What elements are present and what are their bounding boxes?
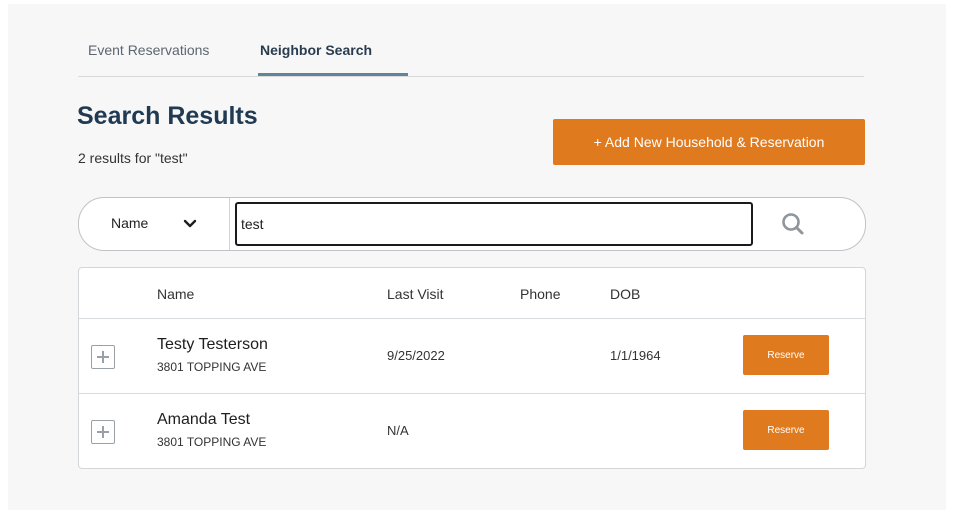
- dob: 1/1/1964: [610, 348, 661, 363]
- search-field-selected-label: Name: [111, 215, 149, 231]
- tab-bar: Event Reservations Neighbor Search: [78, 36, 864, 77]
- last-visit: N/A: [387, 423, 409, 438]
- neighbor-address: 3801 TOPPING AVE: [157, 360, 267, 374]
- reserve-button[interactable]: Reserve: [743, 410, 829, 450]
- results-table: Name Last Visit Phone DOB Testy Testerso…: [78, 267, 866, 469]
- add-household-reservation-button[interactable]: + Add New Household & Reservation: [553, 119, 865, 165]
- chevron-down-icon: [183, 219, 197, 228]
- search-bar: Name: [78, 197, 866, 251]
- expand-plus-icon[interactable]: [91, 345, 115, 369]
- tab-event-reservations[interactable]: Event Reservations: [88, 42, 209, 70]
- last-visit: 9/25/2022: [387, 348, 445, 363]
- expand-plus-icon[interactable]: [91, 420, 115, 444]
- tab-neighbor-search[interactable]: Neighbor Search: [260, 42, 372, 70]
- results-count: 2 results for "test": [78, 150, 188, 166]
- table-row: Testy Testerson 3801 TOPPING AVE 9/25/20…: [79, 319, 865, 394]
- column-header-dob: DOB: [610, 286, 641, 302]
- search-input[interactable]: [235, 202, 753, 246]
- neighbor-name: Amanda Test: [157, 411, 251, 428]
- search-field-select[interactable]: Name: [79, 198, 230, 250]
- page-title: Search Results: [77, 102, 258, 130]
- neighbor-address: 3801 TOPPING AVE: [157, 435, 267, 449]
- reserve-button[interactable]: Reserve: [743, 335, 829, 375]
- neighbor-name: Testy Testerson: [157, 336, 268, 353]
- table-header: Name Last Visit Phone DOB: [79, 268, 865, 319]
- search-icon[interactable]: [779, 210, 809, 238]
- active-tab-indicator: [258, 73, 408, 76]
- table-row: Amanda Test 3801 TOPPING AVE N/A Reserve: [79, 394, 865, 468]
- column-header-name: Name: [157, 286, 195, 302]
- column-header-last-visit: Last Visit: [387, 286, 444, 302]
- column-header-phone: Phone: [520, 286, 561, 302]
